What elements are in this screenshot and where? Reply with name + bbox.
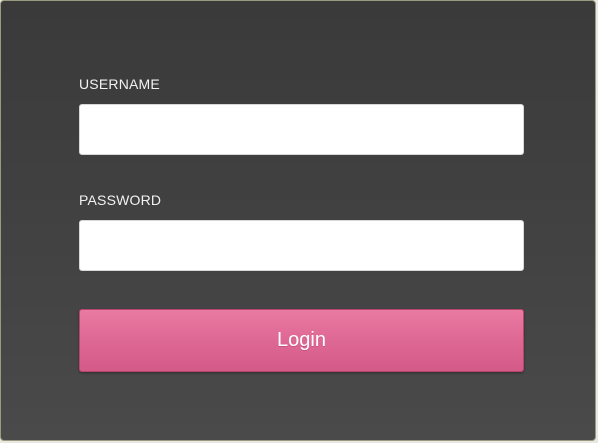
username-input[interactable] bbox=[79, 104, 524, 155]
login-button[interactable]: Login bbox=[79, 309, 524, 372]
password-label: PASSWORD bbox=[79, 192, 162, 208]
username-label: USERNAME bbox=[79, 76, 160, 92]
login-panel: USERNAME PASSWORD Login bbox=[0, 0, 596, 441]
password-input[interactable] bbox=[79, 220, 524, 271]
